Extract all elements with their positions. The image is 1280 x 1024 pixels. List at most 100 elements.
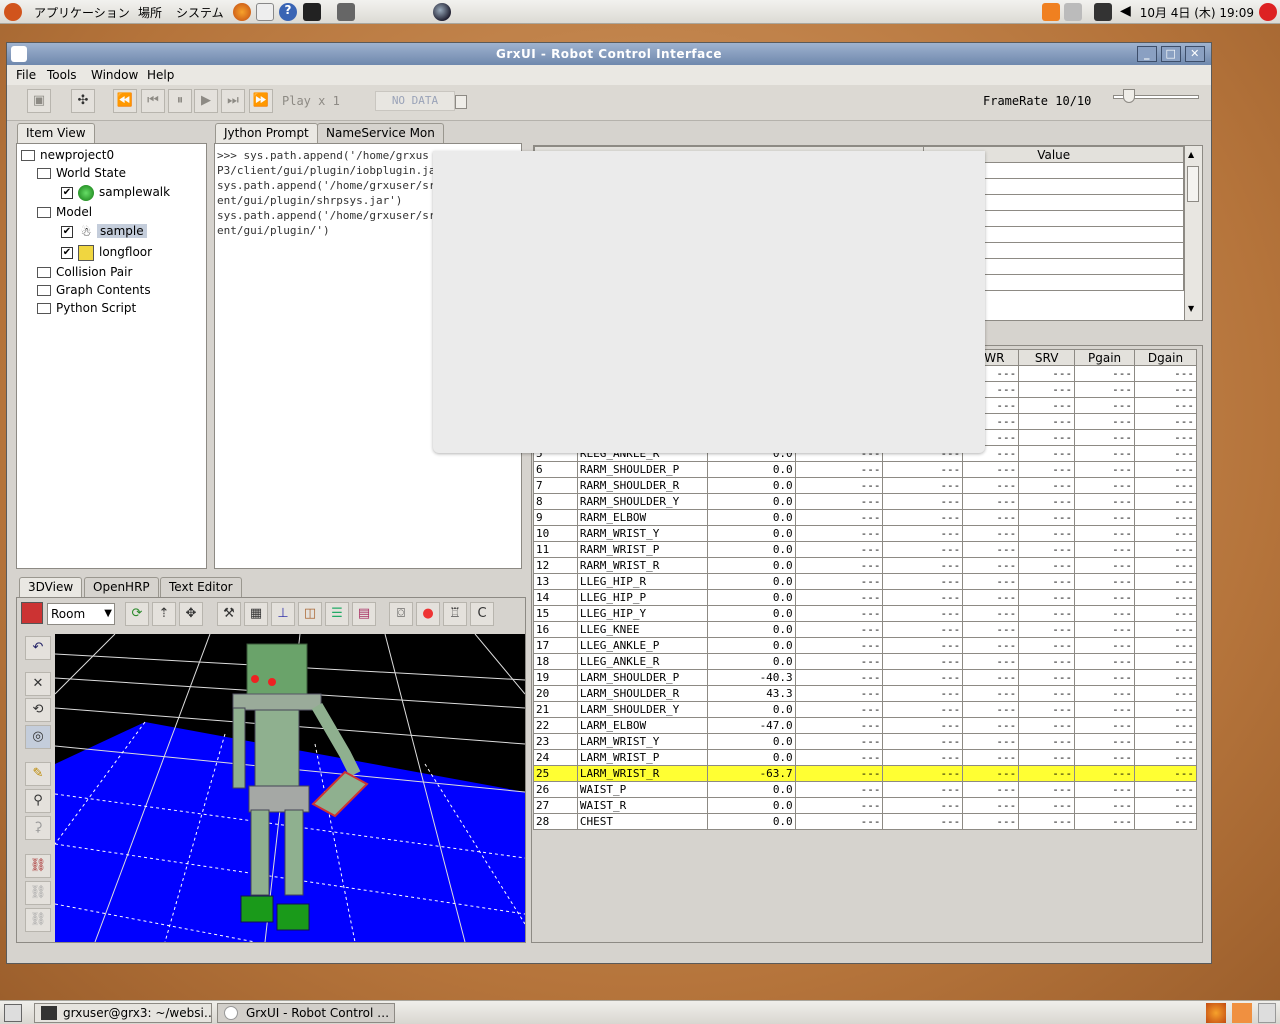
pause-button[interactable]: ⏸ xyxy=(168,89,192,113)
volume-icon[interactable]: ◀ xyxy=(1120,3,1138,21)
rotate-icon[interactable]: ⟲ xyxy=(25,698,51,722)
trash-icon[interactable] xyxy=(1258,1003,1276,1023)
joint-row[interactable]: 17 LLEG_ANKLE_P 0.0 --- --- --- --- --- --- xyxy=(533,637,1197,654)
image-icon[interactable]: ▤ xyxy=(352,602,376,626)
tab-item-view[interactable]: Item View xyxy=(17,123,95,143)
joint-row[interactable]: 20 LARM_SHOULDER_R 43.3 --- --- --- --- --- --- xyxy=(533,685,1197,702)
menu-window[interactable]: Window xyxy=(91,68,138,82)
scrollbar-thumb[interactable] xyxy=(1187,166,1199,202)
joint-row[interactable]: 21 LARM_SHOULDER_Y 0.0 --- --- --- --- --- --- xyxy=(533,701,1197,718)
tree-model[interactable]: Model xyxy=(37,203,92,221)
tree-world-state[interactable]: World State xyxy=(37,164,126,182)
help-icon[interactable]: ? xyxy=(279,3,297,21)
transform-icon[interactable]: ✕ xyxy=(25,672,51,696)
tab-nameservice-monitor[interactable]: NameService Mon xyxy=(317,123,444,143)
menu-tools[interactable]: Tools xyxy=(47,68,77,82)
minimize-button[interactable]: _ xyxy=(1137,46,1157,62)
3d-viewport[interactable] xyxy=(55,634,525,942)
ik-chain-icon[interactable]: ⛓ xyxy=(25,854,51,878)
joint-row[interactable]: 6 RARM_SHOULDER_P 0.0 --- --- --- --- --- --- xyxy=(533,461,1197,478)
home-icon[interactable] xyxy=(21,602,43,624)
tree-collision-pair[interactable]: Collision Pair xyxy=(37,263,132,281)
power-icon[interactable] xyxy=(1259,3,1277,21)
undo-icon[interactable]: ↶ xyxy=(25,636,51,660)
samplewalk-checkbox[interactable]: ✔ xyxy=(61,186,73,199)
menu-file[interactable]: File xyxy=(16,68,36,82)
tab-openhrp[interactable]: OpenHRP xyxy=(84,577,159,597)
fast-forward-button[interactable]: ⏩ xyxy=(249,89,273,113)
joint-row[interactable]: 12 RARM_WRIST_R 0.0 --- --- --- --- --- --- xyxy=(533,557,1197,574)
joint-row[interactable]: 28 CHEST 0.0 --- --- --- --- --- --- xyxy=(533,813,1197,830)
property-scrollbar[interactable]: ▲ ▼ xyxy=(1184,146,1202,320)
joint-row[interactable]: 23 LARM_WRIST_Y 0.0 --- --- --- --- --- --- xyxy=(533,733,1197,750)
update-notifier-icon[interactable] xyxy=(1042,3,1060,21)
joint-row[interactable]: 15 LLEG_HIP_Y 0.0 --- --- --- --- --- --- xyxy=(533,605,1197,622)
joint-row[interactable]: 24 LARM_WRIST_P 0.0 --- --- --- --- --- --- xyxy=(533,749,1197,766)
applications-menu[interactable]: アプリケーション xyxy=(34,4,130,21)
axes-icon[interactable]: ⊥ xyxy=(271,602,295,626)
target-icon[interactable]: ◎ xyxy=(25,725,51,749)
mail-icon[interactable] xyxy=(256,3,274,21)
tab-jython-prompt[interactable]: Jython Prompt xyxy=(215,123,318,143)
tab-text-editor[interactable]: Text Editor xyxy=(160,577,242,597)
pivot-icon[interactable]: ⚲ xyxy=(25,789,51,813)
joint-row[interactable]: 8 RARM_SHOULDER_Y 0.0 --- --- --- --- --- --- xyxy=(533,493,1197,510)
edit-icon[interactable]: ✎ xyxy=(25,762,51,786)
camera-capture-icon[interactable]: ⌼ xyxy=(389,602,413,626)
show-desktop-icon[interactable] xyxy=(4,1004,22,1022)
step-back-button[interactable]: ⏮ xyxy=(141,89,165,113)
maximize-button[interactable]: □ xyxy=(1161,46,1181,62)
up-arrow-icon[interactable]: ⇡ xyxy=(152,602,176,626)
tree-samplewalk[interactable]: ✔ samplewalk xyxy=(61,183,170,201)
window-titlebar[interactable]: GrxUI - Robot Control Interface _ □ ✕ xyxy=(7,43,1211,65)
joint-icon[interactable]: ⚳ xyxy=(25,816,51,840)
tree-longfloor[interactable]: ✔ longfloor xyxy=(61,243,152,261)
save-icon[interactable]: ▣ xyxy=(27,89,51,113)
camera-icon[interactable] xyxy=(337,3,355,21)
joint-row[interactable]: 22 LARM_ELBOW -47.0 --- --- --- --- --- --- xyxy=(533,717,1197,734)
grid-icon[interactable]: ▦ xyxy=(244,602,268,626)
workspace-2-icon[interactable] xyxy=(1232,1003,1252,1023)
joint-row[interactable]: 10 RARM_WRIST_Y 0.0 --- --- --- --- --- --- xyxy=(533,525,1197,542)
move-icon[interactable]: ✥ xyxy=(179,602,203,626)
keyboard-icon[interactable] xyxy=(1064,3,1082,21)
ik-icon-3[interactable]: ⛓ xyxy=(25,908,51,932)
joint-row[interactable]: 13 LLEG_HIP_R 0.0 --- --- --- --- --- --- xyxy=(533,573,1197,590)
taskbar-terminal[interactable]: grxuser@grx3: ~/websi… xyxy=(34,1003,212,1023)
tree-root[interactable]: newproject0 xyxy=(21,146,114,164)
tree-python-script[interactable]: Python Script xyxy=(37,299,136,317)
rewind-button[interactable]: ⏪ xyxy=(113,89,137,113)
joint-row[interactable]: 16 LLEG_KNEE 0.0 --- --- --- --- --- --- xyxy=(533,621,1197,638)
clock[interactable]: 10月 4日 (木) 19:09 xyxy=(1140,4,1254,21)
places-menu[interactable]: 場所 xyxy=(138,4,162,21)
network-monitor-icon[interactable] xyxy=(1094,3,1112,21)
box-icon[interactable]: ◫ xyxy=(298,602,322,626)
scroll-up-icon[interactable]: ▲ xyxy=(1188,150,1194,159)
time-slider-thumb[interactable] xyxy=(455,95,467,109)
tree-graph-contents[interactable]: Graph Contents xyxy=(37,281,151,299)
play-button[interactable]: ▶ xyxy=(194,89,218,113)
joint-row[interactable]: 25 LARM_WRIST_R -63.7 --- --- --- --- --- --- xyxy=(533,765,1197,782)
joint-row[interactable]: 26 WAIST_P 0.0 --- --- --- --- --- --- xyxy=(533,781,1197,798)
joint-row[interactable]: 11 RARM_WRIST_P 0.0 --- --- --- --- --- --- xyxy=(533,541,1197,558)
joint-row[interactable]: 19 LARM_SHOULDER_P -40.3 --- --- --- --- --- --- xyxy=(533,669,1197,686)
room-select[interactable]: Room ▼ xyxy=(47,603,115,625)
system-menu[interactable]: システム xyxy=(176,4,224,21)
joint-row[interactable]: 18 LLEG_ANKLE_R 0.0 --- --- --- --- --- --- xyxy=(533,653,1197,670)
joint-row[interactable]: 9 RARM_ELBOW 0.0 --- --- --- --- --- --- xyxy=(533,509,1197,526)
workspace-1-icon[interactable] xyxy=(1206,1003,1226,1023)
scroll-down-icon[interactable]: ▼ xyxy=(1188,304,1194,313)
sample-checkbox[interactable]: ✔ xyxy=(61,225,73,238)
layers-icon[interactable]: ☰ xyxy=(325,602,349,626)
joint-row[interactable]: 27 WAIST_R 0.0 --- --- --- --- --- --- xyxy=(533,797,1197,814)
network-globe-icon[interactable] xyxy=(433,3,451,21)
close-button[interactable]: ✕ xyxy=(1185,46,1205,62)
tree-sample[interactable]: ✔ ☃ sample xyxy=(61,222,147,240)
joint-row[interactable]: 14 LLEG_HIP_P 0.0 --- --- --- --- --- --- xyxy=(533,589,1197,606)
c-button[interactable]: C xyxy=(470,602,494,626)
refresh-icon[interactable]: ⟳ xyxy=(125,602,149,626)
longfloor-checkbox[interactable]: ✔ xyxy=(61,246,73,259)
ik-icon-2[interactable]: ⛓ xyxy=(25,881,51,905)
tab-3dview[interactable]: 3DView xyxy=(19,577,83,597)
firefox-icon[interactable] xyxy=(233,3,251,21)
